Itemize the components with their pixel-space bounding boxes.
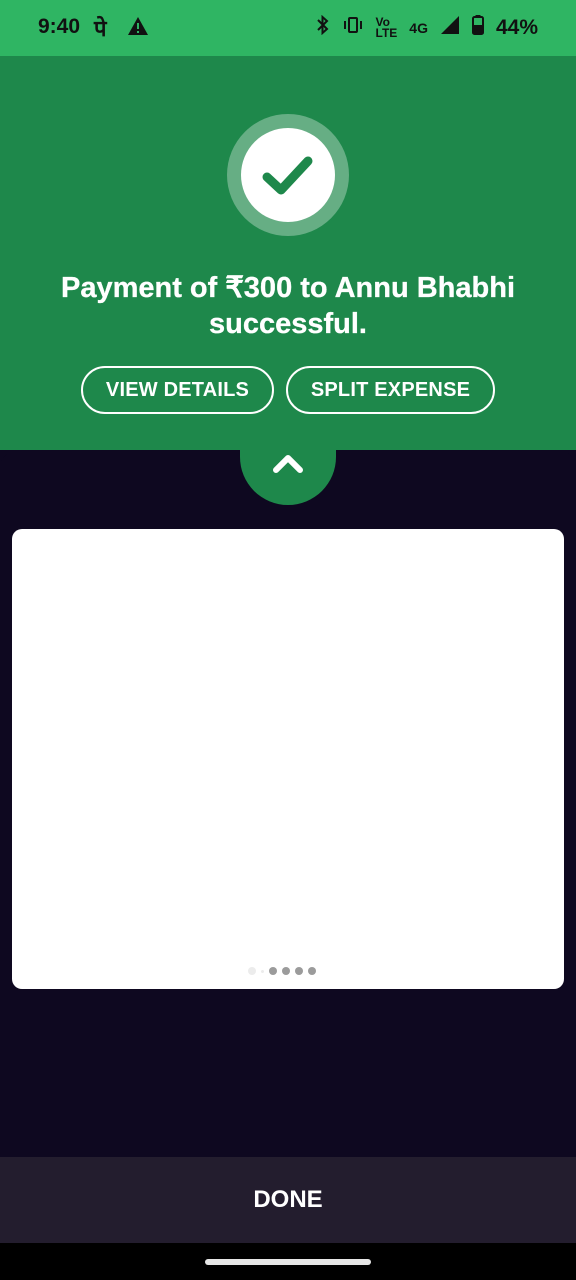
phonepe-notification-icon: पे — [94, 16, 107, 41]
checkmark-icon — [262, 156, 313, 195]
signal-icon — [440, 15, 460, 41]
status-time: 9:40 — [38, 15, 81, 38]
chevron-up-icon — [273, 455, 303, 473]
carousel-indicator[interactable] — [248, 967, 316, 975]
vibrate-icon — [342, 15, 364, 41]
payment-status-title: Payment of ₹300 to Annu Bhabhi successfu… — [60, 272, 516, 340]
status-bar: 9:40 पे Vo LTE 4G 44% — [0, 0, 576, 56]
split-expense-button[interactable]: SPLIT EXPENSE — [286, 366, 495, 414]
carousel-dot[interactable] — [308, 967, 316, 975]
battery-icon — [471, 15, 484, 41]
offers-card[interactable] — [12, 529, 564, 989]
carousel-dot[interactable] — [282, 967, 290, 975]
home-gesture-bar[interactable] — [205, 1259, 371, 1265]
view-details-button[interactable]: VIEW DETAILS — [81, 366, 274, 414]
status-icons: Vo LTE 4G 44% — [316, 14, 538, 41]
carousel-dot[interactable] — [261, 969, 264, 973]
carousel-dot[interactable] — [269, 967, 277, 975]
warning-icon — [127, 16, 149, 41]
carousel-dot[interactable] — [248, 967, 256, 975]
navigation-bar — [0, 1243, 576, 1280]
network-type: 4G — [409, 20, 428, 36]
bluetooth-icon — [316, 14, 330, 41]
volte-indicator: Vo LTE — [375, 15, 398, 40]
battery-percent: 44% — [495, 16, 538, 39]
payment-success-header: Payment of ₹300 to Annu Bhabhi successfu… — [0, 56, 576, 450]
carousel-dot[interactable] — [295, 967, 303, 975]
done-button[interactable]: DONE — [0, 1157, 576, 1243]
success-badge-inner — [241, 128, 335, 222]
success-badge — [227, 114, 349, 236]
